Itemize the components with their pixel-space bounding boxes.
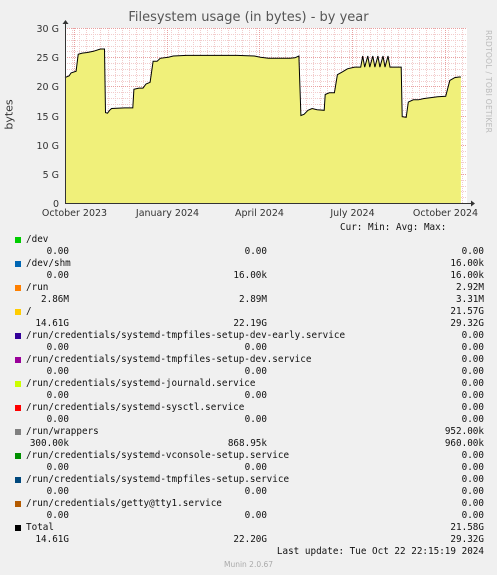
legend-min-value: 0.00 [244,510,267,521]
legend-min-value: 0.00 [244,486,267,497]
legend-cur-value: 0.00 [46,366,69,377]
legend-min-value: 2.89M [239,294,267,305]
x-tick-label: July 2024 [329,208,374,219]
legend-cur-value: 0.00 [46,510,69,521]
legend-min-value: 0.00 [244,462,267,473]
legend-cur-value: 0.00 [46,414,69,425]
y-tick-label: 30 G [37,24,59,35]
legend-entry-name: /run/credentials/systemd-tmpfiles-setup-… [26,354,312,365]
legend-min-value: 0.00 [244,342,267,353]
x-tick-label: January 2024 [135,208,199,219]
x-tick-label: April 2024 [235,208,284,219]
legend-max-value: 29.32G [450,534,484,545]
legend-min-value: 0.00 [244,246,267,257]
legend-swatch [15,237,21,243]
legend-entry-name: / [26,306,32,317]
legend-max-value: 0.00 [461,366,484,377]
munin-version: Munin 2.0.67 [223,560,274,569]
legend-entry-name: /dev/shm [26,258,71,269]
legend-swatch [15,261,21,267]
legend-max-value: 0.00 [461,414,484,425]
legend-avg-value: 21.57G [450,306,484,317]
x-axis-arrow [471,200,475,207]
legend-entry-name: /dev [26,234,49,245]
legend-swatch [15,477,21,483]
legend-cur-value: 0.00 [46,486,69,497]
legend-entry-name: /run/credentials/systemd-sysctl.service [26,402,245,413]
legend-swatch [15,405,21,411]
legend-entry-name: /run/credentials/systemd-vconsole-setup.… [26,450,290,461]
legend-swatch [15,333,21,339]
legend-min-value: 0.00 [244,366,267,377]
legend-avg-value: 21.58G [450,522,484,533]
last-update: Last update: Tue Oct 22 22:15:19 2024 [276,546,484,557]
legend-min-value: 0.00 [244,390,267,401]
legend-avg-value: 16.00k [450,258,484,269]
legend-avg-value: 0.00 [461,450,484,461]
legend-max-value: 0.00 [461,390,484,401]
legend-avg-value: 0.00 [461,498,484,509]
legend-cur-value: 2.86M [41,294,69,305]
legend-cur-value: 0.00 [46,246,69,257]
legend-entry-name: /run [26,282,49,293]
y-tick-label: 25 G [37,53,59,64]
legend-avg-value: 0.00 [461,378,484,389]
usage-chart: 05 G10 G15 G20 G25 G30 GOctober 2023 Janu… [37,20,478,219]
legend-column-header: Cur: Min: Avg: Max: [340,222,447,233]
legend-max-value: 0.00 [461,462,484,473]
y-tick-label: 10 G [37,141,59,152]
y-axis-arrow [62,20,69,24]
legend-max-value: 0.00 [461,510,484,521]
legend-entry-name: /run/credentials/systemd-tmpfiles-setup-… [26,330,346,341]
legend-swatch [15,309,21,315]
y-tick-label: 15 G [37,112,59,123]
legend-max-value: 16.00k [450,270,484,281]
x-tick-label: October 2024 [413,208,478,219]
legend-max-value: 960.00k [444,438,484,449]
y-tick-label: 5 G [43,170,59,181]
legend-swatch [15,357,21,363]
legend-cur-value: 0.00 [46,462,69,473]
legend-max-value: 0.00 [461,342,484,353]
legend-cur-value: 14.61G [35,534,69,545]
x-tick-label: October 2023 [42,208,107,219]
legend-cur-value: 0.00 [46,390,69,401]
legend-avg-value: 952.00k [444,426,484,437]
legend-min-value: 868.95k [227,438,267,449]
legend-max-value: 0.00 [461,486,484,497]
legend-swatch [15,453,21,459]
legend-min-value: 16.00k [233,270,267,281]
legend-cur-value: 14.61G [35,318,69,329]
legend-swatch [15,429,21,435]
legend-entry-name: /run/credentials/systemd-tmpfiles-setup.… [26,474,290,485]
y-tick-label: 20 G [37,82,59,93]
legend-entry-name: /run/credentials/getty@tty1.service [26,498,222,509]
legend-min-value: 22.20G [233,534,267,545]
legend-swatch [15,285,21,291]
legend-avg-value: 0.00 [461,474,484,485]
legend-entry-name: Total [26,522,54,533]
legend-swatch [15,501,21,507]
legend-min-value: 22.19G [233,318,267,329]
legend-avg-value: 0.00 [461,354,484,365]
legend-entry-name: /run/wrappers [26,426,99,437]
legend-max-value: 0.00 [461,246,484,257]
legend-avg-value: 2.92M [456,282,484,293]
legend-entry-name: /run/credentials/systemd-journald.servic… [26,378,256,389]
legend-avg-value: 0.00 [461,402,484,413]
legend-max-value: 29.32G [450,318,484,329]
legend-avg-value: 0.00 [461,330,484,341]
legend-cur-value: 0.00 [46,270,69,281]
legend-max-value: 3.31M [456,294,484,305]
legend-cur-value: 0.00 [46,342,69,353]
legend-cur-value: 300.00k [29,438,69,449]
legend-min-value: 0.00 [244,414,267,425]
legend-swatch [15,525,21,531]
legend-swatch [15,381,21,387]
